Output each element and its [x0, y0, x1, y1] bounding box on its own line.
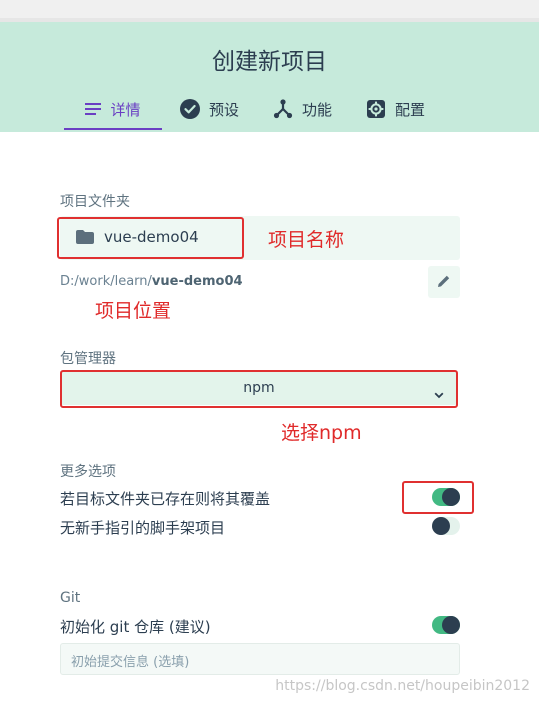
pencil-icon [437, 273, 451, 292]
overwrite-option-label: 若目标文件夹已存在则将其覆盖 [60, 490, 271, 508]
tab-config[interactable]: 配置 [366, 88, 425, 130]
tab-config-label: 配置 [395, 100, 426, 119]
annotation-project-name: 项目名称 [268, 229, 345, 251]
watermark: https://blog.csdn.net/houpeibin2012 [275, 678, 530, 694]
gear-icon [366, 99, 386, 119]
toggle-knob [442, 616, 460, 634]
annotation-project-location: 项目位置 [95, 300, 172, 322]
list-icon [85, 102, 102, 116]
no-guide-toggle[interactable] [432, 517, 460, 535]
tab-bar: 详情 预设 功能 配置 [64, 88, 425, 130]
project-path-name: vue-demo04 [151, 274, 243, 289]
commit-message-input[interactable]: 初始提交信息 (选填) [60, 643, 460, 675]
tab-presets-label: 预设 [209, 100, 240, 119]
tab-details[interactable]: 详情 [64, 88, 162, 130]
fork-icon [273, 99, 293, 119]
more-options-label: 更多选项 [60, 464, 116, 480]
tab-details-label: 详情 [110, 100, 141, 119]
annotation-select-npm: 选择npm [281, 422, 362, 444]
tab-features[interactable]: 功能 [273, 88, 332, 130]
commit-message-placeholder: 初始提交信息 (选填) [71, 655, 190, 670]
tab-features-label: 功能 [302, 100, 333, 119]
tab-presets[interactable]: 预设 [180, 88, 239, 130]
edit-path-button[interactable] [428, 266, 460, 298]
page-title: 创建新项目 [212, 49, 327, 75]
git-init-label: 初始化 git 仓库 (建议) [60, 618, 211, 636]
no-guide-option-label: 无新手指引的脚手架项目 [60, 519, 226, 537]
browser-top-strip [0, 0, 539, 22]
toggle-knob [432, 517, 450, 535]
annotation-box-project-name [57, 217, 244, 259]
page-header: 创建新项目 详情 预设 功能 配置 [0, 22, 539, 132]
annotation-box-npm [60, 370, 458, 408]
check-circle-icon [180, 99, 200, 119]
package-manager-label: 包管理器 [60, 351, 116, 367]
project-folder-label: 项目文件夹 [60, 194, 130, 210]
git-section-label: Git [60, 590, 81, 606]
git-init-toggle[interactable] [432, 616, 460, 634]
annotation-box-overwrite [402, 481, 474, 514]
project-path-prefix: D:/work/learn/ [60, 274, 152, 289]
project-path: D:/work/learn/vue-demo04 [60, 274, 243, 289]
